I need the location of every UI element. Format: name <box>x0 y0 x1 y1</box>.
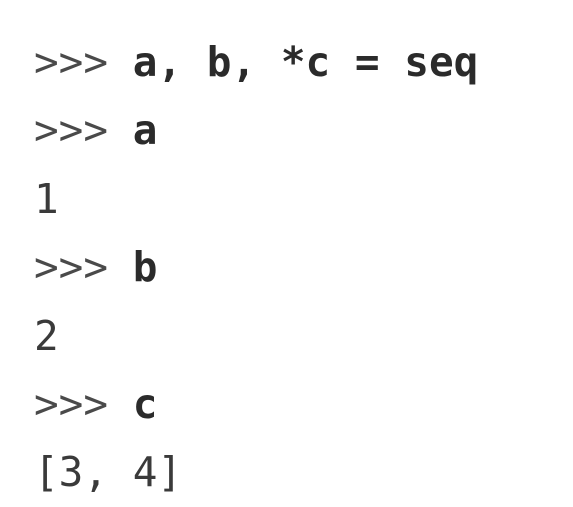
console-prompt: >>> <box>34 243 133 292</box>
console-input-line: >>> a <box>34 96 554 164</box>
console-output-text: 1 <box>34 174 59 223</box>
console-input-code: c <box>132 379 158 428</box>
console-prompt: >>> <box>34 379 133 428</box>
console-output-text: [3, 4] <box>34 448 183 497</box>
console-prompt: >>> <box>34 106 133 155</box>
console-input-line: >>> b <box>34 233 554 301</box>
python-console-snippet: >>> a, b, *c = seq >>> a 1 >>> b 2 >>> c… <box>34 28 554 507</box>
console-input-code: a <box>132 106 158 155</box>
console-input-line: >>> a, b, *c = seq <box>34 28 554 96</box>
console-prompt: >>> <box>34 38 133 86</box>
console-input-code: b <box>132 243 158 292</box>
console-output-text: 2 <box>34 311 59 360</box>
console-output-line: 1 <box>34 165 554 233</box>
console-input-line: >>> c <box>34 370 554 438</box>
console-output-line: [3, 4] <box>34 438 554 506</box>
console-input-code: a, b, *c = seq <box>132 38 479 86</box>
console-output-line: 2 <box>34 302 554 370</box>
